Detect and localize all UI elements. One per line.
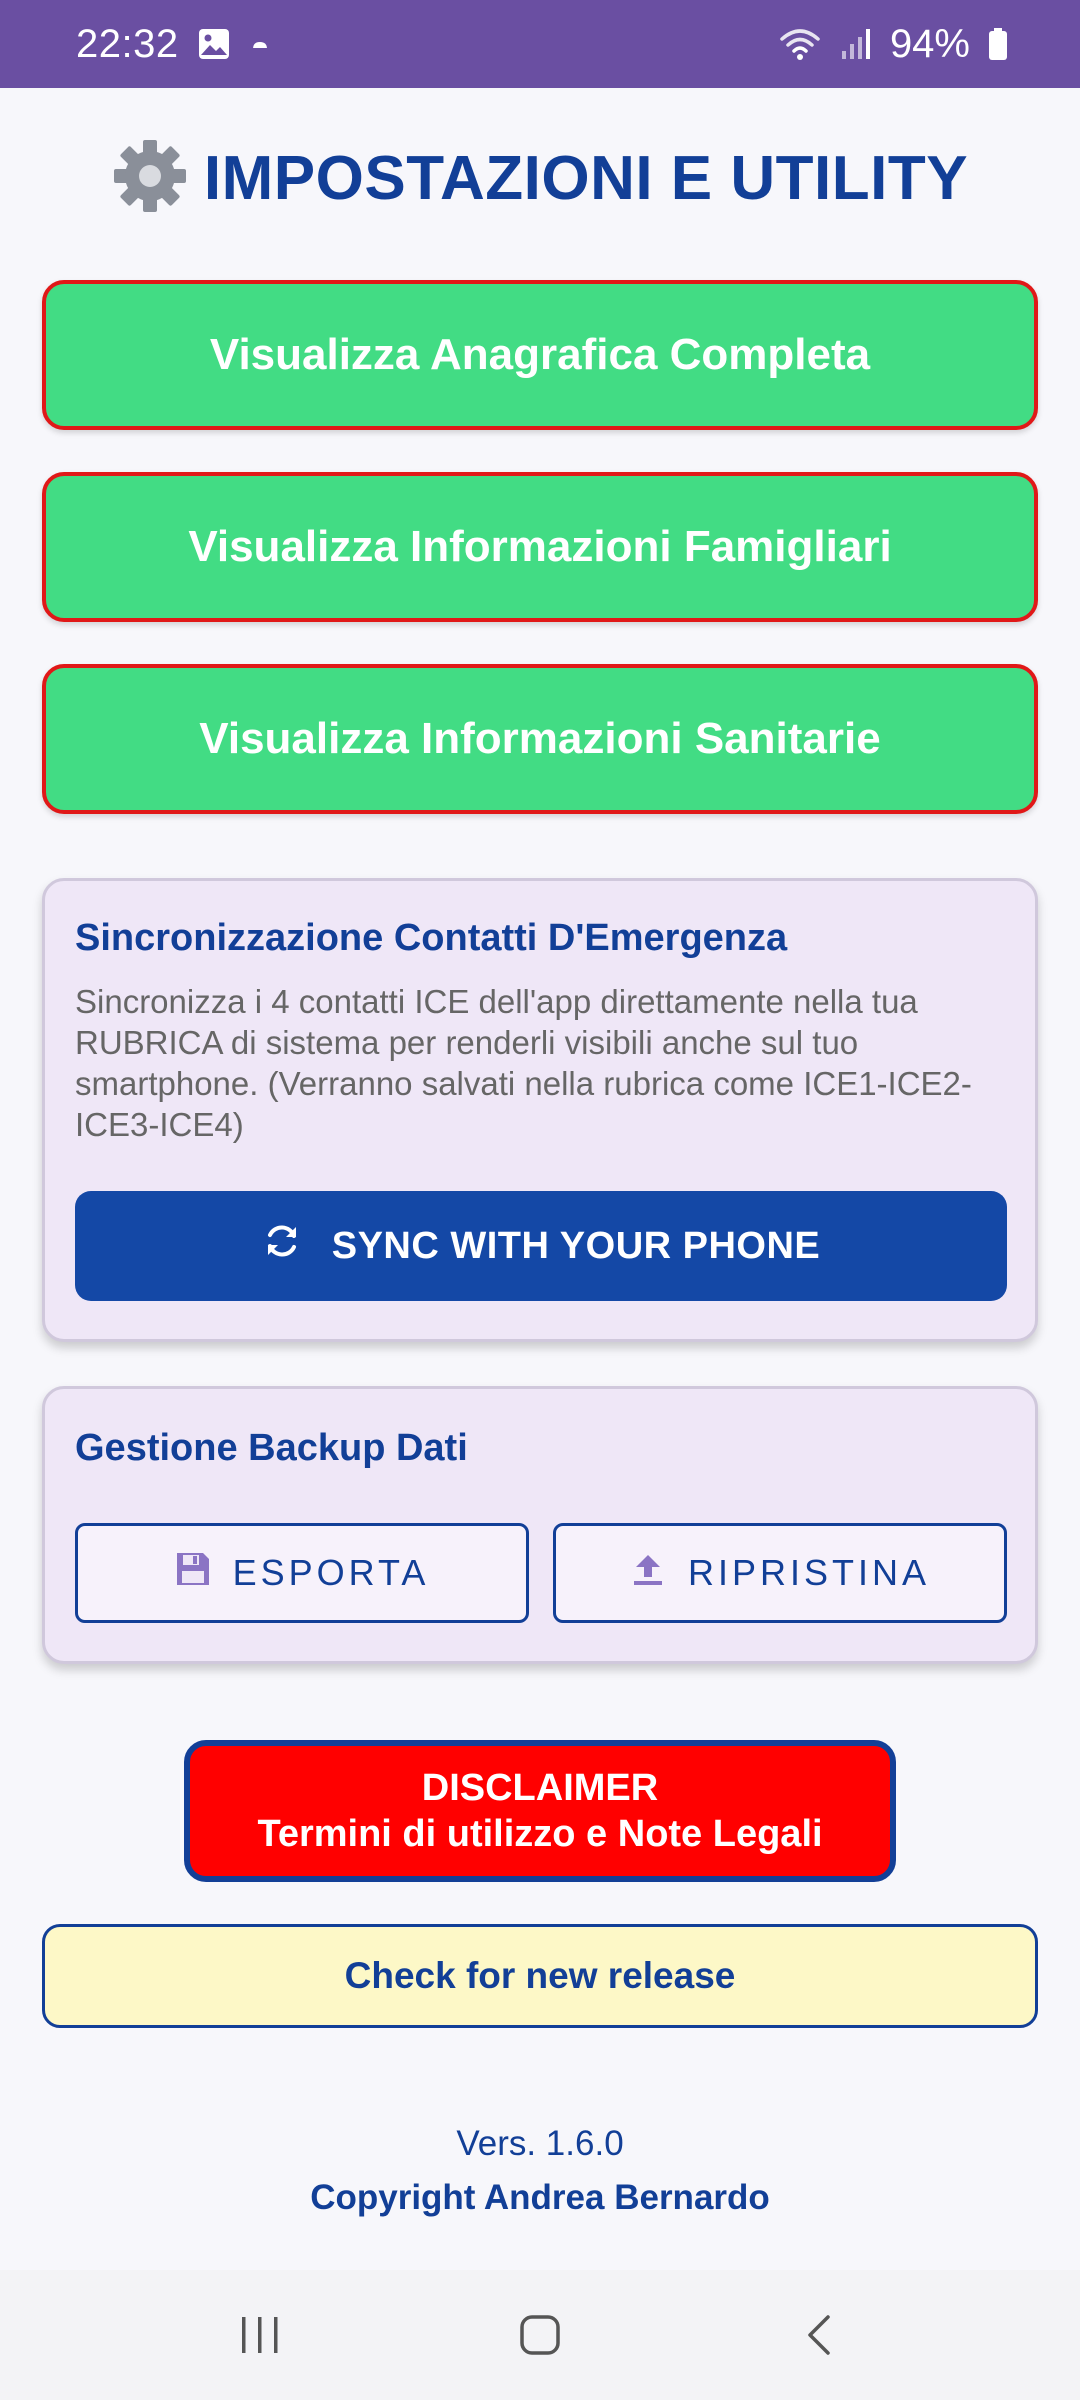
disclaimer-button[interactable]: DISCLAIMER Termini di utilizzo e Note Le…	[184, 1740, 896, 1882]
check-release-button[interactable]: Check for new release	[42, 1924, 1038, 2028]
cloud-icon	[249, 33, 271, 55]
export-button[interactable]: ESPORTA	[75, 1523, 529, 1623]
disclaimer-title: DISCLAIMER	[421, 1767, 659, 1809]
export-label: ESPORTA	[232, 1552, 430, 1593]
backup-card: Gestione Backup Dati ESPORTA RIPRISTINA	[42, 1386, 1038, 1664]
sync-button-label: SYNC WITH YOUR PHONE	[331, 1224, 821, 1267]
sync-contacts-card: Sincronizzazione Contatti D'Emergenza Si…	[42, 878, 1038, 1342]
version-text: Vers. 1.6.0	[456, 2124, 624, 2163]
status-left: 22:32	[76, 22, 271, 67]
copyright-text: Copyright Andrea Bernardo	[310, 2178, 770, 2217]
upload-icon	[630, 1551, 666, 1596]
recent-apps-icon	[242, 2317, 278, 2353]
restore-button[interactable]: RIPRISTINA	[553, 1523, 1007, 1623]
home-button[interactable]	[480, 2290, 600, 2380]
status-time: 22:32	[76, 21, 179, 66]
backup-card-title: Gestione Backup Dati	[75, 1427, 468, 1469]
status-right: 94%	[778, 22, 1008, 67]
wifi-icon	[778, 27, 822, 61]
view-family-info-button[interactable]: Visualizza Informazioni Famigliari	[42, 472, 1038, 622]
sync-card-description: Sincronizza i 4 contatti ICE dell'app di…	[75, 983, 972, 1143]
view-health-info-button[interactable]: Visualizza Informazioni Sanitarie	[42, 664, 1038, 814]
status-bar: 22:32 94%	[0, 0, 1080, 88]
gear-icon	[112, 138, 188, 219]
signal-icon	[840, 27, 872, 61]
battery-icon	[988, 27, 1008, 61]
battery-percent: 94%	[889, 21, 970, 66]
back-button[interactable]	[760, 2290, 880, 2380]
sync-icon	[262, 1221, 302, 1271]
home-icon	[520, 2315, 560, 2355]
recent-apps-button[interactable]	[200, 2290, 320, 2380]
back-icon	[808, 2315, 830, 2355]
sync-with-phone-button[interactable]: SYNC WITH YOUR PHONE	[75, 1191, 1007, 1301]
save-icon	[175, 1551, 211, 1596]
view-anagrafica-button[interactable]: Visualizza Anagrafica Completa	[42, 280, 1038, 430]
page-title: IMPOSTAZIONI E UTILITY	[0, 128, 1080, 228]
page-title-text: IMPOSTAZIONI E UTILITY	[203, 143, 969, 213]
restore-label: RIPRISTINA	[687, 1552, 931, 1593]
gallery-icon	[197, 27, 231, 61]
disclaimer-subtitle: Termini di utilizzo e Note Legali	[257, 1813, 823, 1855]
sync-card-title: Sincronizzazione Contatti D'Emergenza	[75, 917, 788, 959]
navigation-bar	[0, 2270, 1080, 2400]
